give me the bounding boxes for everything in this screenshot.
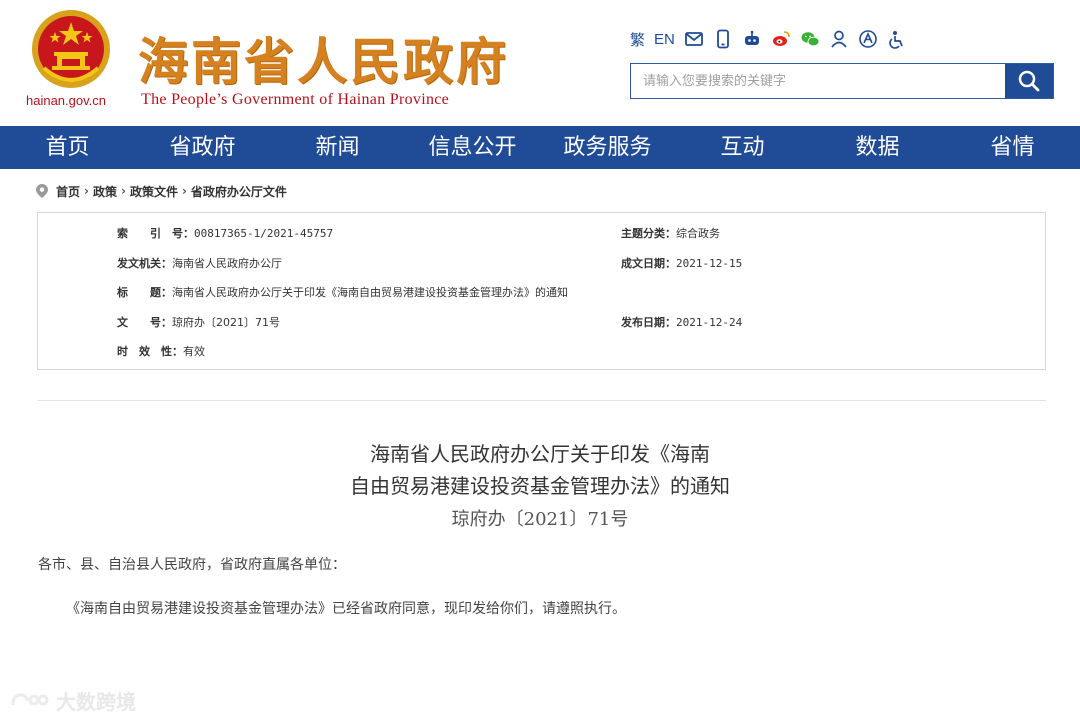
nav-item-government-services[interactable]: 政务服务 — [540, 126, 675, 169]
mail-icon[interactable] — [684, 28, 704, 50]
site-title-en: The People’s Government of Hainan Provin… — [141, 91, 450, 108]
header-tools: 繁 EN — [630, 27, 907, 51]
main-nav: 首页 省政府 新闻 信息公开 政务服务 互动 数据 省情 — [0, 126, 1080, 169]
site-url: hainan.gov.cn — [26, 93, 106, 108]
written-date-value: 2021-12-15 — [676, 256, 743, 270]
document-body-paragraph: 《海南自由贸易港建设投资基金管理办法》已经省政府同意，现印发给你们，请遵照执行。 — [66, 601, 626, 617]
search-button[interactable] — [1005, 64, 1053, 98]
index-number-label: 索 引 号： — [117, 227, 194, 240]
doc-number-value: 琼府办〔2021〕71号 — [172, 316, 280, 329]
national-emblem-icon[interactable] — [30, 8, 112, 90]
document-salutation: 各市、县、自治县人民政府，省政府直属各单位： — [38, 557, 346, 573]
validity-label: 时 效 性： — [117, 345, 183, 358]
search-icon — [1018, 70, 1040, 92]
publish-date-label: 发布日期： — [621, 316, 676, 329]
nav-item-interaction[interactable]: 互动 — [675, 126, 810, 169]
document-title-line-2: 自由贸易港建设投资基金管理办法》的通知 — [350, 474, 730, 498]
validity-value: 有效 — [183, 345, 205, 358]
doc-number-row: 文 号： 琼府办〔2021〕71号 — [117, 314, 280, 330]
title-value: 海南省人民政府办公厅关于印发《海南自由贸易港建设投资基金管理办法》的通知 — [172, 286, 568, 299]
title-label: 标 题： — [117, 286, 172, 299]
search-input[interactable] — [631, 64, 1005, 98]
validity-row: 时 效 性： 有效 — [117, 343, 205, 359]
written-date-label: 成文日期： — [621, 257, 676, 270]
nav-item-province-profile[interactable]: 省情 — [945, 126, 1080, 169]
site-header: hainan.gov.cn 海南省人民政府 The People’s Gover… — [0, 0, 1080, 126]
breadcrumb-separator: › — [181, 184, 187, 198]
mobile-icon[interactable] — [713, 28, 733, 50]
publish-date-row: 发布日期： 2021-12-24 — [621, 314, 742, 330]
topic-value: 综合政务 — [676, 227, 720, 240]
breadcrumb-separator: › — [120, 184, 126, 198]
document-title-line-1: 海南省人民政府办公厅关于印发《海南 — [370, 442, 710, 466]
issuer-value: 海南省人民政府办公厅 — [172, 257, 282, 270]
index-number-value: 00817365-1/2021-45757 — [194, 226, 334, 240]
watermark-text: 大数跨境 — [56, 690, 136, 714]
breadcrumb-office-documents[interactable]: 省政府办公厅文件 — [191, 183, 287, 200]
breadcrumb-separator: › — [84, 184, 89, 198]
breadcrumb-policy-documents[interactable]: 政策文件 — [130, 183, 178, 200]
document-number: 琼府办〔2021〕71号 — [451, 509, 629, 530]
elderly-mode-icon[interactable] — [887, 28, 907, 50]
weibo-icon[interactable] — [771, 28, 791, 50]
watermark: 大数跨境 — [10, 686, 136, 715]
issuer-row: 发文机关： 海南省人民政府办公厅 — [117, 255, 282, 271]
issuer-label: 发文机关： — [117, 257, 172, 270]
traditional-chinese-link[interactable]: 繁 — [630, 28, 645, 50]
user-icon[interactable] — [829, 28, 849, 50]
location-pin-icon — [36, 184, 48, 198]
written-date-row: 成文日期： 2021-12-15 — [621, 255, 742, 271]
breadcrumb-policy[interactable]: 政策 — [93, 183, 117, 200]
breadcrumb: 首页 › 政策 › 政策文件 › 省政府办公厅文件 — [36, 182, 287, 200]
topic-row: 主题分类： 综合政务 — [621, 225, 720, 241]
accessibility-icon[interactable] — [858, 28, 878, 50]
nav-item-news[interactable]: 新闻 — [270, 126, 405, 169]
topic-label: 主题分类： — [621, 227, 676, 240]
title-row: 标 题： 海南省人民政府办公厅关于印发《海南自由贸易港建设投资基金管理办法》的通… — [117, 284, 568, 300]
index-number-row: 索 引 号： 00817365-1/2021-45757 — [117, 225, 333, 241]
nav-item-data[interactable]: 数据 — [810, 126, 945, 169]
wechat-icon[interactable] — [800, 28, 820, 50]
document-metadata-box: 索 引 号： 00817365-1/2021-45757 主题分类： 综合政务 … — [37, 212, 1046, 370]
site-title-cn[interactable]: 海南省人民政府 — [138, 22, 509, 94]
nav-item-info-disclosure[interactable]: 信息公开 — [405, 126, 540, 169]
site-search — [630, 63, 1054, 99]
robot-icon[interactable] — [742, 28, 762, 50]
section-divider — [37, 400, 1046, 401]
english-link[interactable]: EN — [654, 28, 675, 50]
nav-item-home[interactable]: 首页 — [0, 126, 135, 169]
doc-number-label: 文 号： — [117, 316, 172, 329]
publish-date-value: 2021-12-24 — [676, 315, 743, 329]
watermark-logo-icon — [11, 692, 49, 705]
breadcrumb-home[interactable]: 首页 — [56, 183, 80, 200]
nav-item-provincial-government[interactable]: 省政府 — [135, 126, 270, 169]
